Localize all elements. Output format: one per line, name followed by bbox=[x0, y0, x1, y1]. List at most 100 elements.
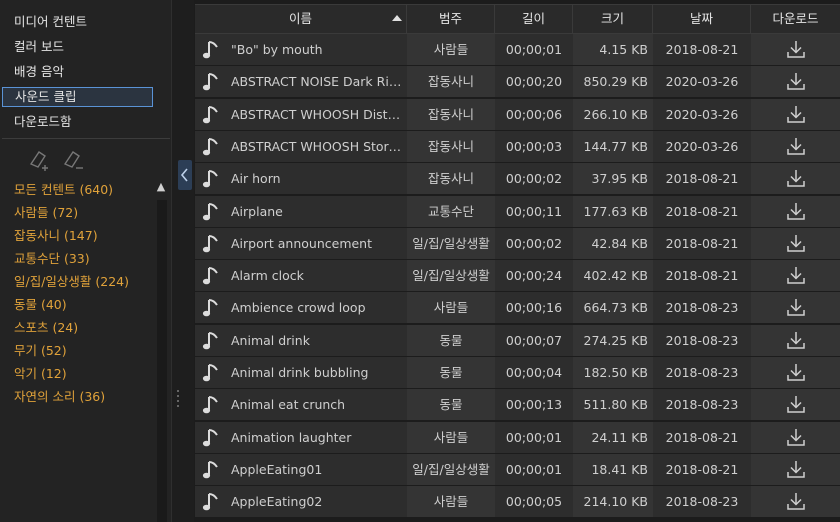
cell-size: 144.77 KB bbox=[573, 130, 653, 162]
download-button[interactable] bbox=[751, 227, 840, 259]
download-button[interactable] bbox=[751, 163, 840, 195]
cell-name[interactable]: Animal drink bubbling bbox=[195, 357, 407, 388]
table-row[interactable]: AppleEating01 일/집/일상생활 00;00;01 18.41 KB… bbox=[195, 453, 840, 486]
download-button[interactable] bbox=[751, 34, 840, 65]
column-header-download[interactable]: 다운로드 bbox=[751, 5, 840, 33]
table-row[interactable]: ABSTRACT WHOOSH Storm ... 잡동사니 00;00;03 … bbox=[195, 130, 840, 163]
table-row[interactable]: Animation laughter 사람들 00;00;01 24.11 KB… bbox=[195, 421, 840, 454]
cell-date: 2018-08-23 bbox=[653, 389, 751, 421]
download-button[interactable] bbox=[751, 421, 840, 453]
column-header-date[interactable]: 날짜 bbox=[653, 5, 751, 33]
column-header-name-label: 이름 bbox=[288, 11, 312, 26]
cell-name[interactable]: Animal drink bbox=[195, 324, 407, 356]
table-row[interactable]: Airplane 교통수단 00;00;11 177.63 KB 2018-08… bbox=[195, 195, 840, 228]
cell-category: 잡동사니 bbox=[407, 130, 495, 162]
cell-length: 00;00;07 bbox=[495, 324, 573, 356]
nav-item-background-music[interactable]: 배경 음악 bbox=[14, 62, 64, 82]
category-nature-sounds[interactable]: 자연의 소리 (36) bbox=[14, 387, 105, 407]
cell-size: 511.80 KB bbox=[573, 389, 653, 421]
category-people[interactable]: 사람들 (72) bbox=[14, 203, 78, 223]
scroll-up-arrow-icon[interactable]: ▲ bbox=[155, 181, 167, 193]
music-note-icon bbox=[202, 331, 218, 349]
cell-length: 00;00;04 bbox=[495, 357, 573, 388]
cell-size: 402.42 KB bbox=[573, 260, 653, 292]
cell-name[interactable]: Ambience crowd loop bbox=[195, 292, 407, 324]
download-icon bbox=[787, 331, 805, 349]
download-button[interactable] bbox=[751, 66, 840, 98]
music-note-icon bbox=[202, 105, 218, 123]
table-row[interactable]: Airport announcement 일/집/일상생활 00;00;02 4… bbox=[195, 227, 840, 260]
cell-length: 00;00;13 bbox=[495, 389, 573, 421]
table-row[interactable]: "Bo" by mouth 사람들 00;00;01 4.15 KB 2018-… bbox=[195, 34, 840, 66]
download-icon bbox=[787, 170, 805, 187]
table-row[interactable]: Animal drink bubbling 동물 00;00;04 182.50… bbox=[195, 357, 840, 389]
cell-name[interactable]: AppleEating01 bbox=[195, 453, 407, 485]
chevron-left-icon bbox=[180, 168, 188, 182]
table-row[interactable]: AppleEating02 사람들 00;00;05 214.10 KB 201… bbox=[195, 486, 840, 518]
download-button[interactable] bbox=[751, 98, 840, 130]
download-button[interactable] bbox=[751, 453, 840, 485]
cell-name[interactable]: Animal eat crunch bbox=[195, 389, 407, 421]
table-row[interactable]: ABSTRACT WHOOSH Distort... 잡동사니 00;00;06… bbox=[195, 98, 840, 131]
cell-name[interactable]: Alarm clock bbox=[195, 260, 407, 292]
download-icon bbox=[787, 460, 805, 478]
panel-splitter[interactable] bbox=[171, 0, 194, 522]
music-note-icon bbox=[202, 493, 218, 511]
nav-item-color-board[interactable]: 컬러 보드 bbox=[14, 37, 64, 57]
music-note-icon bbox=[202, 267, 218, 285]
download-button[interactable] bbox=[751, 324, 840, 356]
download-button[interactable] bbox=[751, 260, 840, 292]
cell-name[interactable]: AppleEating02 bbox=[195, 486, 407, 518]
table-row[interactable]: Ambience crowd loop 사람들 00;00;16 664.73 … bbox=[195, 292, 840, 324]
collapse-panel-button[interactable] bbox=[178, 160, 192, 190]
category-animals[interactable]: 동물 (40) bbox=[14, 295, 67, 315]
column-header-name[interactable]: 이름 bbox=[195, 5, 407, 33]
splitter-grip-icon[interactable] bbox=[176, 390, 180, 408]
clip-name: Airplane bbox=[231, 203, 283, 219]
cell-category: 잡동사니 bbox=[407, 98, 495, 130]
tag-remove-button[interactable] bbox=[60, 148, 86, 174]
cell-name[interactable]: "Bo" by mouth bbox=[195, 34, 407, 65]
download-button[interactable] bbox=[751, 130, 840, 162]
category-miscellaneous[interactable]: 잡동사니 (147) bbox=[14, 226, 98, 246]
download-button[interactable] bbox=[751, 486, 840, 518]
category-daily-life[interactable]: 일/집/일상생활 (224) bbox=[14, 272, 129, 292]
nav-item-downloads[interactable]: 다운로드함 bbox=[14, 112, 72, 132]
category-transport[interactable]: 교통수단 (33) bbox=[14, 249, 90, 269]
cell-name[interactable]: Airplane bbox=[195, 195, 407, 227]
tag-add-icon bbox=[29, 151, 48, 171]
table-row[interactable]: Air horn 잡동사니 00;00;02 37.95 KB 2018-08-… bbox=[195, 163, 840, 195]
cell-name[interactable]: Animation laughter bbox=[195, 421, 407, 453]
column-header-length[interactable]: 길이 bbox=[495, 5, 573, 33]
cell-name[interactable]: ABSTRACT NOISE Dark Risin... bbox=[195, 66, 407, 98]
category-sports[interactable]: 스포츠 (24) bbox=[14, 318, 78, 338]
tag-add-button[interactable] bbox=[26, 148, 52, 174]
category-all[interactable]: 모든 컨텐트 (640) bbox=[14, 180, 113, 200]
download-button[interactable] bbox=[751, 195, 840, 227]
nav-divider bbox=[2, 138, 170, 139]
cell-name[interactable]: ABSTRACT WHOOSH Distort... bbox=[195, 98, 407, 130]
cell-size: 274.25 KB bbox=[573, 324, 653, 356]
category-weapons[interactable]: 무기 (52) bbox=[14, 341, 67, 361]
table-row[interactable]: Animal drink 동물 00;00;07 274.25 KB 2018-… bbox=[195, 324, 840, 357]
download-button[interactable] bbox=[751, 357, 840, 388]
cell-name[interactable]: Airport announcement bbox=[195, 227, 407, 259]
column-header-category[interactable]: 범주 bbox=[407, 5, 495, 33]
clip-name: Animation laughter bbox=[231, 429, 352, 445]
nav-item-media-content[interactable]: 미디어 컨텐트 bbox=[14, 12, 87, 32]
cell-name[interactable]: ABSTRACT WHOOSH Storm ... bbox=[195, 130, 407, 162]
clip-name: "Bo" by mouth bbox=[231, 42, 323, 57]
table-row[interactable]: Alarm clock 일/집/일상생활 00;00;24 402.42 KB … bbox=[195, 260, 840, 292]
table-row[interactable]: ABSTRACT NOISE Dark Risin... 잡동사니 00;00;… bbox=[195, 66, 840, 98]
download-button[interactable] bbox=[751, 292, 840, 324]
column-header-size[interactable]: 크기 bbox=[573, 5, 653, 33]
nav-item-sound-clips[interactable]: 사운드 클립 bbox=[2, 87, 153, 107]
cell-category: 잡동사니 bbox=[407, 66, 495, 98]
download-icon bbox=[787, 299, 805, 317]
cell-name[interactable]: Air horn bbox=[195, 163, 407, 195]
clip-name: AppleEating01 bbox=[231, 461, 323, 477]
category-scrollbar[interactable] bbox=[157, 200, 167, 522]
download-button[interactable] bbox=[751, 389, 840, 421]
category-instruments[interactable]: 악기 (12) bbox=[14, 364, 67, 384]
table-row[interactable]: Animal eat crunch 동물 00;00;13 511.80 KB … bbox=[195, 389, 840, 421]
